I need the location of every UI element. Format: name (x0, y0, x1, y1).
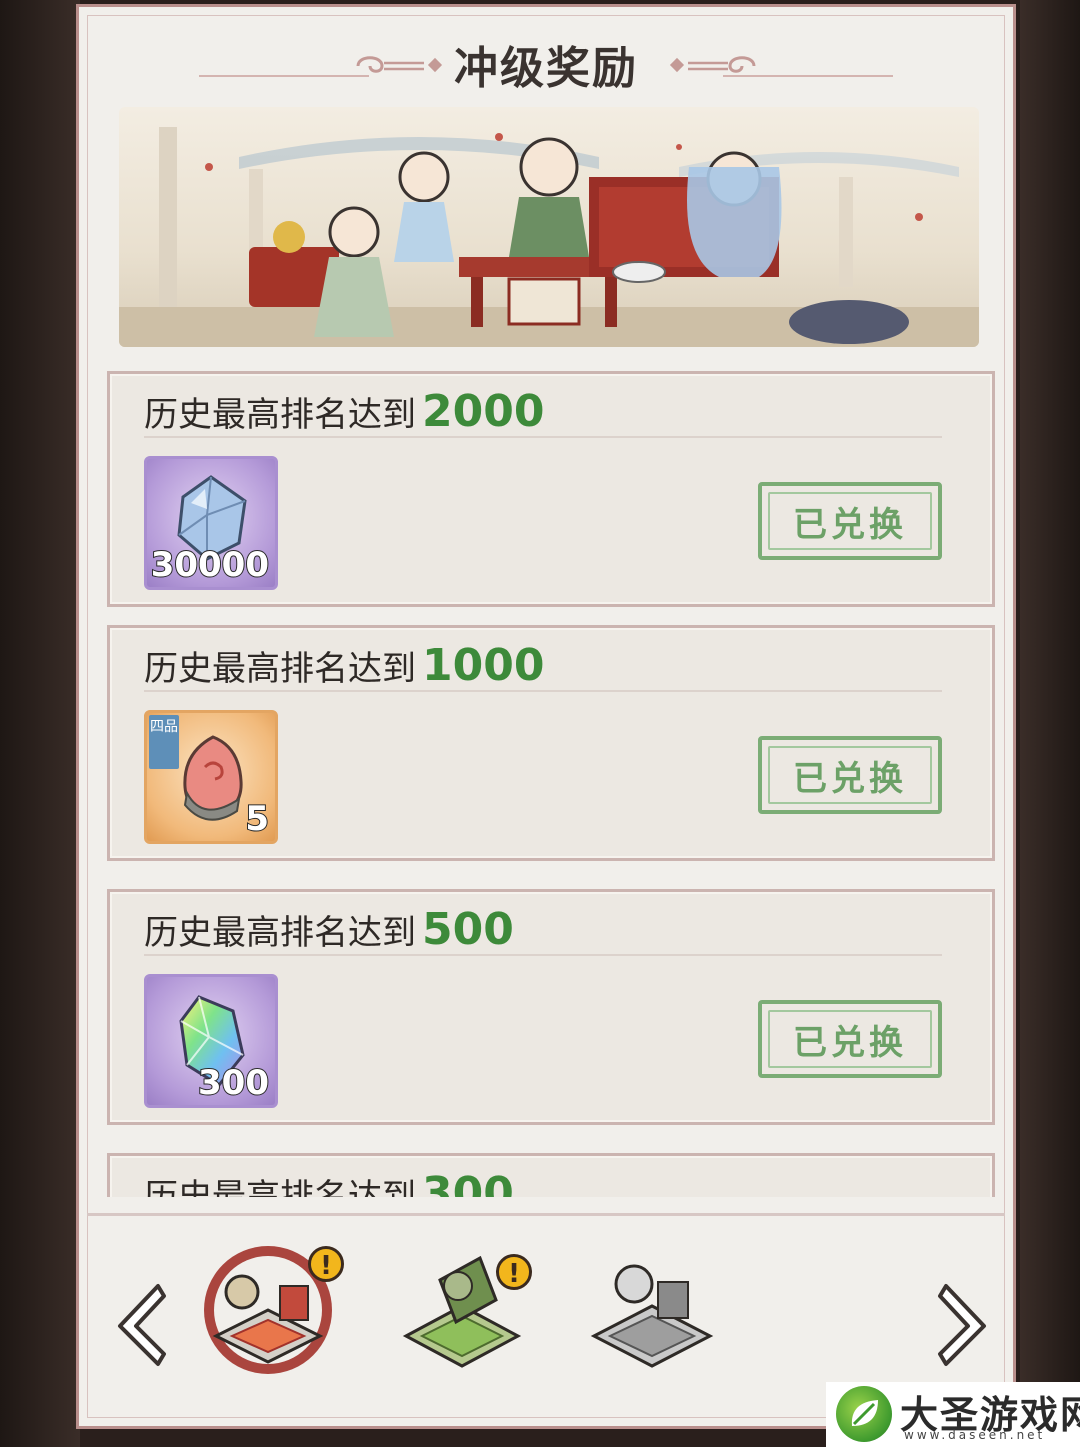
reward-condition: 历史最高排名达到 500 (144, 904, 514, 955)
reward-rank-value: 300 (422, 1168, 514, 1197)
redeemed-label: 已兑换 (793, 758, 907, 799)
arena-tier-3-button[interactable] (590, 1240, 720, 1380)
reward-item-count: 5 (244, 798, 270, 840)
arena-gray-icon (590, 1264, 714, 1368)
title-bar: 冲级奖励 (79, 29, 1013, 99)
quality-badge: 四品 (149, 715, 179, 769)
redeemed-label: 已兑换 (793, 504, 907, 545)
page-title: 冲级奖励 (454, 43, 638, 94)
alert-badge: ! (496, 1254, 532, 1290)
reward-condition: 历史最高排名达到 1000 (144, 640, 544, 691)
arena-tier-2-button[interactable]: ! (400, 1240, 532, 1380)
site-logo-icon (836, 1386, 892, 1442)
arena-tier-1-button[interactable]: ! (202, 1240, 344, 1380)
leaf-icon (851, 1400, 878, 1426)
footer-divider (87, 1213, 1005, 1216)
reward-condition-label: 历史最高排名达到 (144, 649, 416, 689)
redeemed-label: 已兑换 (793, 1022, 907, 1063)
reward-condition: 历史最高排名达到 2000 (144, 386, 544, 437)
reward-card: 历史最高排名达到 300 (107, 1153, 995, 1197)
reward-item-count: 30000 (150, 544, 270, 586)
reward-rank-value: 2000 (422, 386, 545, 437)
reward-rank-value: 500 (422, 904, 514, 955)
redeemed-stamp: 已兑换 (758, 736, 942, 814)
banner-scene-image (119, 127, 979, 347)
card-divider (144, 436, 942, 438)
event-banner-illustration (119, 107, 979, 347)
reward-condition-label: 历史最高排名达到 (144, 395, 416, 435)
site-url: www.daseen.net (904, 1428, 1046, 1442)
next-arrow-button[interactable] (934, 1280, 994, 1370)
redeemed-stamp: 已兑换 (758, 482, 942, 560)
background-right (1020, 0, 1080, 1447)
site-watermark: 大圣游戏网 www.daseen.net (826, 1382, 1080, 1447)
reward-item-slot[interactable]: 300 (144, 974, 278, 1108)
previous-arrow-button[interactable] (110, 1280, 170, 1370)
card-divider (144, 954, 942, 956)
reward-item-slot[interactable]: 四品 5 (144, 710, 278, 844)
reward-card: 历史最高排名达到 2000 30000 已兑换 (107, 371, 995, 607)
reward-card: 历史最高排名达到 1000 四品 5 已兑换 (107, 625, 995, 861)
reward-list[interactable]: 历史最高排名达到2000 30000 已兑换 历史最高排名达到1000 四品 (107, 371, 995, 1197)
reward-condition-label: 历史最高排名达到 (144, 913, 416, 953)
chevron-left-icon (118, 1284, 166, 1366)
reward-item-slot[interactable]: 30000 (144, 456, 278, 590)
reward-rank-value: 1000 (422, 640, 545, 691)
reward-card: 历史最高排名达到 500 300 已兑换 (107, 889, 995, 1125)
title-ornament-left (354, 51, 443, 77)
reward-condition: 历史最高排名达到 300 (144, 1168, 514, 1197)
reward-panel: 冲级奖励 历史最高排名达到 2000 30000 已兑换 历史最高排名达到 10… (76, 4, 1016, 1429)
cloud-scroll-icon (356, 56, 443, 73)
reward-item-count: 300 (197, 1062, 270, 1104)
title-ornament-right (668, 51, 756, 77)
card-divider (144, 690, 942, 692)
redeemed-stamp: 已兑换 (758, 1000, 942, 1078)
chevron-right-icon (938, 1284, 986, 1366)
alert-badge: ! (308, 1246, 344, 1282)
background-left (0, 0, 80, 1447)
cloud-scroll-icon (669, 56, 756, 73)
reward-condition-label: 历史最高排名达到 (144, 1177, 416, 1197)
